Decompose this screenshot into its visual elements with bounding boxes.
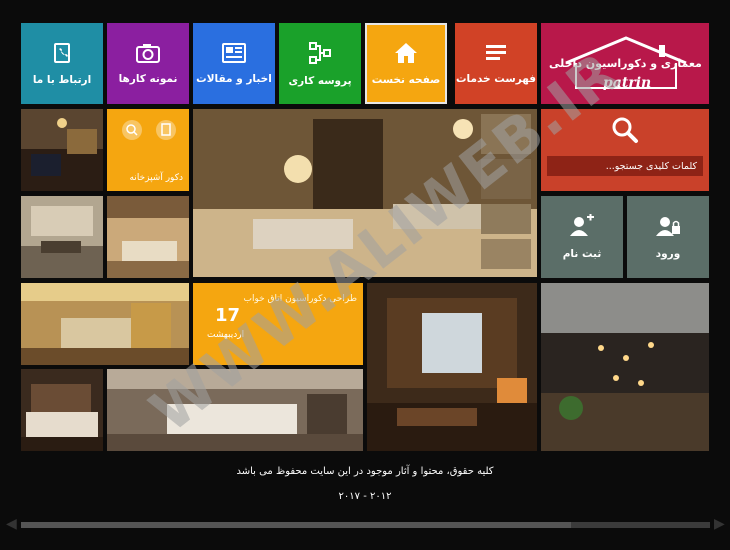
nav-tile-home[interactable]: صفحه نخست (365, 23, 447, 104)
nav-tile-portfolio[interactable]: نمونه کارها (107, 23, 189, 104)
nav-label-home: صفحه نخست (371, 73, 441, 86)
kitchen-photo-2[interactable] (21, 196, 103, 278)
horizontal-scrollbar[interactable] (21, 522, 710, 528)
list-icon (484, 43, 508, 63)
search-tile: کلمات کلیدی جستجو... (541, 109, 709, 191)
kitchen-category-label: دکور آشپزخانه (129, 173, 183, 183)
date-tile[interactable]: 17 اردیبهشت طراحی دکوراسیون اتاق خواب (193, 283, 363, 365)
library-photo[interactable] (367, 283, 537, 451)
nav-label-portfolio: نمونه کارها (118, 72, 178, 85)
scroll-right-arrow[interactable]: ▶ (714, 516, 725, 532)
scrollbar-thumb[interactable] (21, 522, 571, 528)
copyright-text: کلیه حقوق، محتوا و آثار موجود در این سای… (236, 466, 494, 477)
logo-subtitle: patrin (603, 75, 652, 91)
zoom-icon[interactable] (121, 119, 143, 145)
search-icon[interactable] (611, 116, 639, 148)
camera-icon (136, 43, 160, 63)
nav-label-services: فهرست خدمات (455, 72, 537, 85)
bedroom-photo-1[interactable] (21, 283, 189, 365)
register-tile[interactable]: ثبت نام (541, 196, 623, 278)
flowchart-icon (308, 41, 332, 65)
nav-label-news: اخبار و مقالات (196, 72, 272, 85)
nav-label-contact: ارتباط با ما (32, 73, 92, 86)
nav-label-process: پروسه کاری (288, 74, 352, 87)
logo-title: معماری و دکوراسیون داخلی (549, 57, 702, 70)
date-caption: طراحی دکوراسیون اتاق خواب (243, 294, 358, 304)
newspaper-icon (222, 42, 246, 63)
login-label: ورود (655, 248, 681, 260)
search-input[interactable]: کلمات کلیدی جستجو... (547, 156, 703, 176)
register-label: ثبت نام (562, 248, 602, 260)
living-room-photo-large[interactable] (193, 109, 537, 277)
kitchen-photo-3[interactable] (107, 196, 189, 278)
copyright-years: ۲۰۱۲ - ۲۰۱۷ (338, 491, 392, 502)
scroll-left-arrow[interactable]: ◀ (6, 516, 17, 532)
date-day: 17 (215, 305, 241, 326)
nav-tile-news[interactable]: اخبار و مقالات (193, 23, 275, 104)
stair-lights-photo[interactable] (541, 283, 709, 451)
kitchen-photo-1[interactable] (21, 109, 103, 191)
bedroom-photo-2[interactable] (21, 369, 103, 451)
search-placeholder: کلمات کلیدی جستجو... (605, 160, 697, 172)
kitchen-category-tile[interactable]: دکور آشپزخانه (107, 109, 189, 191)
nav-tile-contact[interactable]: ارتباط با ما (21, 23, 103, 104)
date-month: اردیبهشت (207, 330, 245, 340)
logo-tile[interactable]: معماری و دکوراسیون داخلی patrin (541, 23, 709, 104)
document-icon[interactable] (155, 119, 177, 145)
nav-tile-process[interactable]: پروسه کاری (279, 23, 361, 104)
home-icon (394, 42, 418, 64)
phone-book-icon (51, 42, 73, 64)
nav-tile-services[interactable]: فهرست خدمات (455, 23, 537, 104)
login-tile[interactable]: ورود (627, 196, 709, 278)
user-lock-icon (655, 214, 681, 238)
add-user-icon (569, 214, 595, 238)
bedroom-photo-3[interactable] (107, 369, 363, 451)
